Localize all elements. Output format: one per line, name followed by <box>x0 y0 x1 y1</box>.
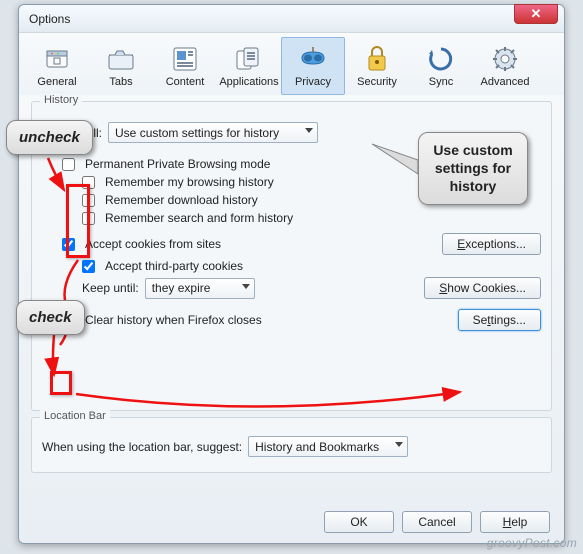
tab-tabs[interactable]: Tabs <box>89 37 153 95</box>
content-icon <box>154 42 216 76</box>
show-cookies-button[interactable]: Show Cookies... <box>424 277 541 299</box>
category-toolbar: General Tabs Content Applications <box>19 33 564 95</box>
help-button[interactable]: Help <box>480 511 550 533</box>
tab-sync[interactable]: Sync <box>409 37 473 95</box>
suggest-value: History and Bookmarks <box>255 440 379 454</box>
tab-applications-label: Applications <box>218 76 280 88</box>
tab-content[interactable]: Content <box>153 37 217 95</box>
label-clear-on-close: Clear history when Firefox closes <box>85 313 262 327</box>
label-remember-browsing: Remember my browsing history <box>105 175 274 189</box>
tabs-icon <box>90 42 152 76</box>
red-highlight-check-box <box>50 371 72 395</box>
chevron-down-icon <box>242 284 250 289</box>
tab-security-label: Security <box>346 76 408 88</box>
cancel-button[interactable]: Cancel <box>402 511 472 533</box>
keep-until-value: they expire <box>152 281 211 295</box>
tab-general[interactable]: General <box>25 37 89 95</box>
tab-privacy-label: Privacy <box>282 76 344 88</box>
tab-applications[interactable]: Applications <box>217 37 281 95</box>
tab-content-label: Content <box>154 76 216 88</box>
tab-general-label: General <box>26 76 88 88</box>
chevron-down-icon <box>305 128 313 133</box>
history-legend: History <box>40 94 82 106</box>
locationbar-legend: Location Bar <box>40 410 110 422</box>
options-window: Options ✕ General Tabs Content <box>18 4 565 544</box>
label-remember-forms: Remember search and form history <box>105 211 293 225</box>
settings-button[interactable]: Settings... <box>458 309 541 331</box>
label-accept-third-party: Accept third-party cookies <box>105 259 243 273</box>
titlebar: Options ✕ <box>19 5 564 33</box>
label-permanent-private: Permanent Private Browsing mode <box>85 157 270 171</box>
tab-tabs-label: Tabs <box>90 76 152 88</box>
tab-security[interactable]: Security <box>345 37 409 95</box>
red-highlight-uncheck-boxes <box>66 184 90 258</box>
firefox-will-value: Use custom settings for history <box>115 126 279 140</box>
label-accept-cookies: Accept cookies from sites <box>85 237 221 251</box>
suggest-select[interactable]: History and Bookmarks <box>248 436 408 457</box>
general-icon <box>26 42 88 76</box>
tab-sync-label: Sync <box>410 76 472 88</box>
sync-icon <box>410 42 472 76</box>
close-button[interactable]: ✕ <box>514 4 558 24</box>
exceptions-button[interactable]: Exceptions... <box>442 233 541 255</box>
window-title: Options <box>27 12 70 26</box>
checkbox-permanent-private[interactable] <box>62 158 75 171</box>
tab-advanced-label: Advanced <box>474 76 536 88</box>
close-icon: ✕ <box>531 6 542 21</box>
suggest-label: When using the location bar, suggest: <box>42 440 242 454</box>
security-icon <box>346 42 408 76</box>
annotation-check: check <box>16 300 85 335</box>
chevron-down-icon <box>395 442 403 447</box>
applications-icon <box>218 42 280 76</box>
dialog-buttons: OK Cancel Help <box>324 511 550 533</box>
tab-privacy[interactable]: Privacy <box>281 37 345 95</box>
firefox-will-select[interactable]: Use custom settings for history <box>108 122 318 143</box>
checkbox-accept-third-party[interactable] <box>82 260 95 273</box>
annotation-custom: Use custom settings for history <box>418 132 528 205</box>
annotation-uncheck: uncheck <box>6 120 93 155</box>
privacy-icon <box>282 42 344 76</box>
locationbar-group: Location Bar When using the location bar… <box>31 417 552 473</box>
watermark: groovyPost.com <box>487 536 577 550</box>
label-remember-download: Remember download history <box>105 193 258 207</box>
advanced-icon <box>474 42 536 76</box>
keep-until-select[interactable]: they expire <box>145 278 255 299</box>
tab-advanced[interactable]: Advanced <box>473 37 537 95</box>
ok-button[interactable]: OK <box>324 511 394 533</box>
keep-until-label: Keep until: <box>82 281 139 295</box>
